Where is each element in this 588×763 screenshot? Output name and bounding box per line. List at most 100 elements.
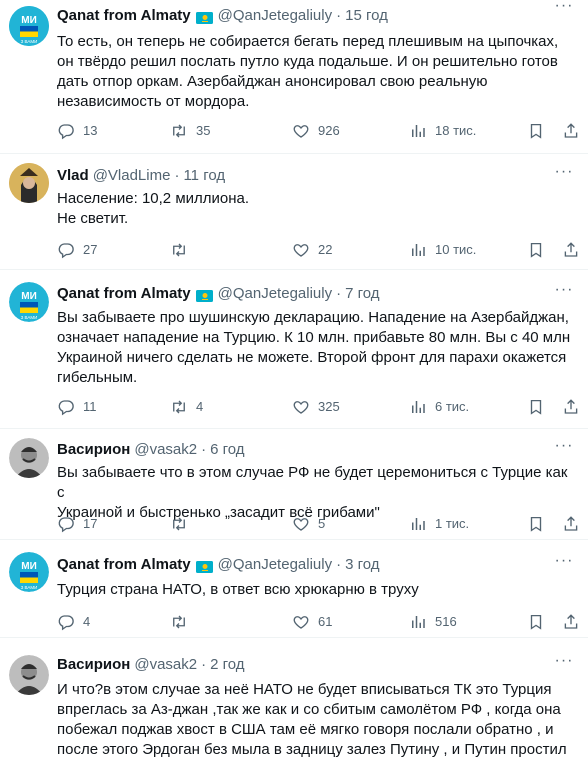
views-count: 18 тис.	[435, 123, 477, 138]
like-button[interactable]: 926	[292, 121, 340, 141]
retweet-button[interactable]	[170, 612, 196, 632]
retweet-icon	[170, 241, 188, 259]
like-icon	[292, 122, 310, 140]
tweet[interactable]: Васирион @vasak2 · 2 год ··· И что?в это…	[0, 638, 588, 763]
timestamp[interactable]: 7 год	[345, 284, 379, 304]
text-line: после этого Эрдоган без мыла в задницу з…	[57, 741, 567, 758]
author-handle[interactable]: @VladLime	[93, 166, 171, 186]
avatar-label: МИ	[21, 561, 37, 572]
retweet-button[interactable]	[170, 514, 196, 534]
views-button[interactable]: 10 тис.	[409, 240, 476, 260]
retweet-button[interactable]: 4	[170, 397, 203, 417]
timestamp[interactable]: 3 год	[345, 555, 379, 575]
like-button[interactable]: 22	[292, 240, 332, 260]
separator-dot: ·	[336, 7, 342, 24]
retweet-icon	[170, 613, 188, 631]
avatar[interactable]	[9, 655, 49, 695]
like-button[interactable]: 5	[292, 514, 325, 534]
tweet-text: Население: 10,2 миллиона. Не светит.	[57, 189, 578, 229]
tweet[interactable]: МИ З ВАМИ Qanat from Almaty @QanJetegali…	[0, 270, 588, 428]
reply-count: 17	[83, 516, 98, 531]
author-handle[interactable]: @QanJetegaliuly	[218, 284, 332, 304]
separator-dot: ·	[336, 285, 342, 302]
share-button[interactable]	[562, 514, 588, 534]
avatar[interactable]	[9, 438, 49, 478]
text-line: побежал поджав хвост в США там её мягко …	[57, 721, 554, 738]
timestamp[interactable]: 15 год	[345, 6, 388, 26]
reply-count: 11	[83, 399, 97, 414]
views-button[interactable]: 516	[409, 612, 457, 632]
bookmark-button[interactable]	[527, 397, 553, 417]
author-handle[interactable]: @QanJetegaliuly	[218, 6, 332, 26]
views-icon	[409, 122, 427, 140]
avatar[interactable]: МИ З ВАМИ	[9, 282, 49, 322]
retweet-icon	[170, 398, 188, 416]
text-line: независимость от мордора.	[57, 93, 250, 110]
bookmark-button[interactable]	[527, 514, 553, 534]
share-button[interactable]	[562, 121, 588, 141]
share-button[interactable]	[562, 240, 588, 260]
reply-button[interactable]: 17	[57, 514, 97, 534]
retweet-button[interactable]: 35	[170, 121, 210, 141]
author-name[interactable]: Vlad	[57, 166, 89, 186]
author-handle[interactable]: @QanJetegaliuly	[218, 555, 332, 575]
tweet[interactable]: МИ З ВАМИ Qanat from Almaty @QanJetegali…	[0, 540, 588, 637]
author-name[interactable]: Qanat from Almaty	[57, 284, 191, 304]
like-count: 926	[318, 123, 340, 138]
reply-count: 27	[83, 242, 98, 257]
avatar-label: МИ	[21, 15, 37, 26]
views-button[interactable]: 18 тис.	[409, 121, 476, 141]
tweet-text: Турция страна НАТО, в ответ всю хрюкарню…	[57, 580, 578, 600]
views-count: 516	[435, 614, 457, 629]
reply-button[interactable]: 13	[57, 121, 97, 141]
author-name[interactable]: Qanat from Almaty	[57, 555, 191, 575]
action-bar: 17 5 1 тис.	[57, 514, 574, 534]
views-button[interactable]: 1 тис.	[409, 514, 469, 534]
text-line: означает нападение на Турцию. К 10 млн. …	[57, 329, 571, 346]
like-icon	[292, 398, 310, 416]
timestamp[interactable]: 11 год	[183, 166, 225, 186]
author-name[interactable]: Qanat from Almaty	[57, 6, 191, 26]
timestamp[interactable]: 2 год	[210, 655, 244, 675]
like-count: 325	[318, 399, 340, 414]
avatar[interactable]	[9, 163, 49, 203]
reply-icon	[57, 398, 75, 416]
like-button[interactable]: 61	[292, 612, 332, 632]
share-button[interactable]	[562, 612, 588, 632]
tweet-text: Вы забываете про шушинскую декларацию. Н…	[57, 308, 578, 388]
reply-button[interactable]: 27	[57, 240, 97, 260]
tweet-text: И что?в этом случае за неё НАТО не будет…	[57, 680, 578, 760]
more-icon[interactable]: ···	[554, 653, 574, 675]
author-name[interactable]: Васирион	[57, 440, 130, 460]
more-icon[interactable]: ···	[554, 0, 574, 20]
retweet-button[interactable]	[170, 240, 196, 260]
more-icon[interactable]: ···	[554, 438, 574, 460]
action-bar: 13 35 926 18 тис.	[57, 121, 574, 141]
avatar[interactable]: МИ З ВАМИ	[9, 552, 49, 592]
reply-button[interactable]: 4	[57, 612, 90, 632]
bookmark-icon	[527, 122, 545, 140]
timestamp[interactable]: 6 год	[210, 440, 244, 460]
share-button[interactable]	[562, 397, 588, 417]
kazakhstan-flag-icon	[195, 559, 213, 573]
reply-count: 4	[83, 614, 91, 629]
author-name[interactable]: Васирион	[57, 655, 130, 675]
text-line: гибельным.	[57, 369, 138, 386]
more-icon[interactable]: ···	[554, 553, 574, 575]
reply-button[interactable]: 11	[57, 397, 97, 417]
avatar-sublabel: З ВАМИ	[21, 585, 38, 590]
tweet[interactable]: МИ З ВАМИ Qanat from Almaty @QanJetegali…	[0, 0, 588, 153]
more-icon[interactable]: ···	[554, 164, 574, 186]
author-handle[interactable]: @vasak2	[134, 655, 197, 675]
reply-icon	[57, 241, 75, 259]
bookmark-button[interactable]	[527, 612, 553, 632]
like-button[interactable]: 325	[292, 397, 340, 417]
bookmark-button[interactable]	[527, 240, 553, 260]
more-icon[interactable]: ···	[554, 282, 574, 304]
avatar[interactable]: МИ З ВАМИ	[9, 6, 49, 46]
views-button[interactable]: 6 тис.	[409, 397, 469, 417]
tweet[interactable]: Vlad @VladLime · 11 год ··· Население: 1…	[0, 154, 588, 269]
author-handle[interactable]: @vasak2	[134, 440, 197, 460]
bookmark-button[interactable]	[527, 121, 553, 141]
tweet[interactable]: Васирион @vasak2 · 6 год ··· Вы забывает…	[0, 429, 588, 539]
